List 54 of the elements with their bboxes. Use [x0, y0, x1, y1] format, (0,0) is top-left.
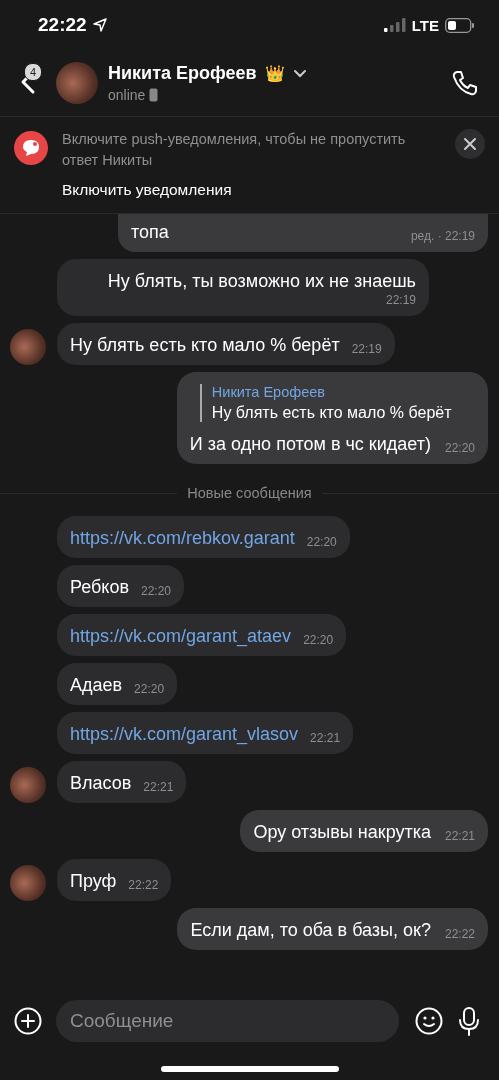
message-text: Если дам, то оба в базы, ок? — [190, 919, 431, 942]
chevron-down-icon[interactable] — [292, 69, 307, 78]
signal-icon — [383, 18, 406, 32]
message-time: 22:22 — [128, 878, 159, 893]
message-input[interactable]: Сообщение — [56, 1000, 399, 1042]
message-text: топа — [131, 221, 169, 244]
phone-device-icon — [149, 88, 159, 102]
message-text: Ну блять, ты возможно их не знаешь — [107, 270, 416, 293]
avatar — [56, 62, 98, 104]
message-time: 22:20 — [134, 682, 165, 697]
close-icon — [463, 137, 477, 151]
message-text: Ребков — [70, 576, 129, 599]
message-time: ред. · 22:19 — [410, 229, 475, 244]
message-time: 22:21 — [310, 731, 341, 746]
message-link[interactable]: https://vk.com/garant_vlasov — [70, 722, 299, 746]
message-time: 22:20 — [303, 633, 334, 648]
avatar — [10, 865, 46, 901]
message-text: Власов — [70, 772, 132, 795]
notification-prompt: Включите push-уведомления, чтобы не пропустить ответ Никиты — [62, 130, 407, 170]
chat-bubble-icon — [14, 131, 48, 165]
back-button[interactable]: 4 — [10, 63, 46, 103]
avatar — [10, 329, 46, 365]
microphone-icon[interactable] — [457, 1006, 481, 1036]
unread-badge: 4 — [24, 63, 42, 81]
message-link[interactable]: https://vk.com/rebkov.garant — [70, 526, 295, 550]
message-time: 22:20 — [141, 584, 171, 599]
message-time: 22:20 — [444, 441, 475, 456]
emoji-icon[interactable] — [415, 1007, 443, 1035]
message-time: 22:22 — [444, 927, 475, 942]
quote-author: Никита Ерофеев — [211, 384, 326, 400]
enable-notifications-link[interactable]: Включить уведомления — [62, 181, 232, 199]
message-time: 22:19 — [385, 293, 416, 308]
avatar — [10, 767, 46, 803]
add-icon[interactable] — [14, 1007, 42, 1035]
message-text: Пруф — [70, 870, 117, 893]
message-time: 22:19 — [351, 342, 382, 357]
message-time: 22:21 — [444, 829, 475, 844]
message-text: Адаев — [70, 674, 123, 697]
battery-icon — [445, 17, 475, 33]
crown-emoji: 👑 — [264, 64, 285, 83]
message-link[interactable]: https://vk.com/garant_ataev — [70, 624, 292, 648]
message-text: Ну блять есть кто мало % берёт — [70, 334, 340, 357]
quote-text: Ну блять есть кто мало % берёт — [211, 404, 453, 422]
message-text: Ору отзывы накрутка — [253, 821, 431, 844]
message-text: И за одно потом в чс кидает) — [189, 433, 431, 456]
message-time: 22:20 — [306, 535, 337, 550]
status-time: 22:22 — [38, 14, 87, 36]
location-arrow-icon — [92, 18, 107, 32]
contact-name[interactable]: Никита Ерофеев — [108, 63, 257, 84]
close-button[interactable] — [455, 129, 485, 159]
network-label: LTE — [411, 16, 439, 34]
online-status: online — [108, 87, 146, 103]
message-time: 22:21 — [143, 780, 174, 795]
phone-icon[interactable] — [451, 69, 479, 97]
